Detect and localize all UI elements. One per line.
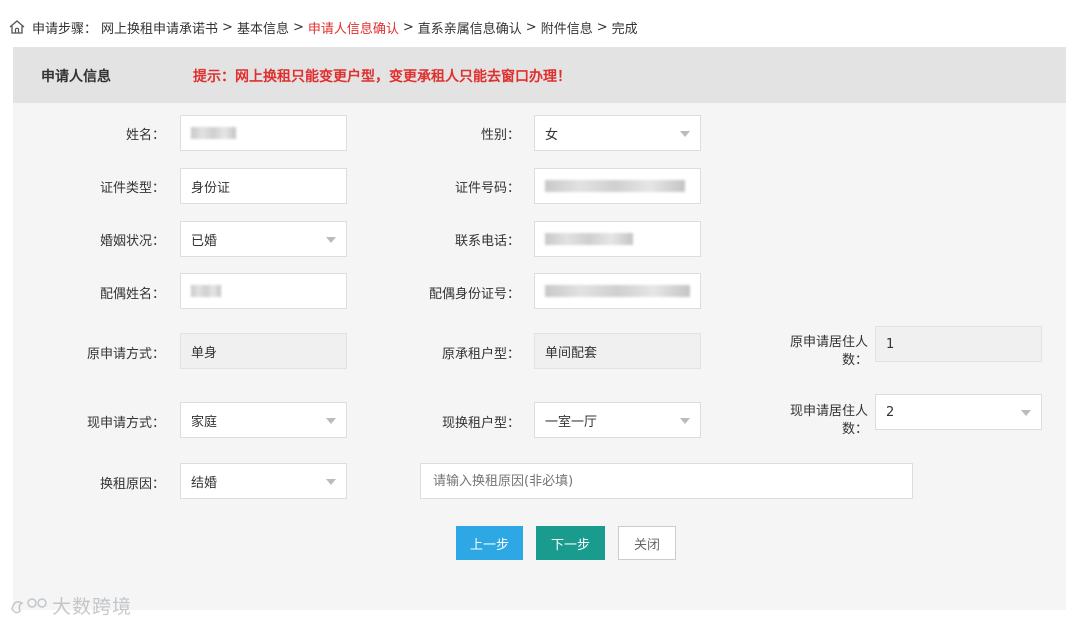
id-number-label: 证件号码： xyxy=(454,181,520,196)
redacted-value xyxy=(545,285,690,297)
orig-type-value: 单间配套 xyxy=(545,345,598,361)
id-number-field[interactable] xyxy=(534,168,701,204)
chevron-down-icon xyxy=(680,418,690,424)
cur-count-select[interactable]: 2 xyxy=(875,394,1042,430)
orig-count-label: 原申请居住人 数： xyxy=(760,334,868,370)
watermark: 大数跨境 xyxy=(8,592,132,619)
cur-type-select[interactable]: 一室一厅 xyxy=(534,402,701,438)
cur-type-value: 一室一厅 xyxy=(545,414,598,430)
chevron-down-icon xyxy=(1021,410,1031,416)
prev-step-button[interactable]: 上一步 xyxy=(456,526,523,560)
breadcrumb: 申请步骤： 网上换租申请承诺书 > 基本信息 > 申请人信息确认 > 直系亲属信息确认… xyxy=(8,13,642,41)
next-step-button[interactable]: 下一步 xyxy=(536,526,605,560)
breadcrumb-separator: > xyxy=(222,19,233,35)
marital-value: 已婚 xyxy=(191,233,218,249)
id-type-field[interactable]: 身份证 xyxy=(180,168,347,204)
home-icon[interactable] xyxy=(8,19,26,35)
reason-text-input[interactable] xyxy=(420,463,913,499)
name-field[interactable] xyxy=(180,115,347,151)
watermark-text: 大数跨境 xyxy=(52,596,133,618)
breadcrumb-separator: > xyxy=(596,19,608,35)
chevron-down-icon xyxy=(326,418,336,424)
redacted-value xyxy=(545,180,685,192)
breadcrumb-step-done: 完成 xyxy=(611,21,638,37)
breadcrumb-step-relatives: 直系亲属信息确认 xyxy=(417,21,522,37)
orig-type-field: 单间配套 xyxy=(534,333,701,369)
gender-label: 性别： xyxy=(480,128,520,143)
section-title: 申请人信息 xyxy=(41,69,111,85)
cur-count-label: 现申请居住人 数： xyxy=(760,403,868,439)
reason-value: 结婚 xyxy=(191,475,218,491)
spouse-id-field[interactable] xyxy=(534,273,701,309)
close-button[interactable]: 关闭 xyxy=(618,526,676,560)
breadcrumb-prefix: 申请步骤： xyxy=(32,21,98,37)
redacted-value xyxy=(191,285,221,297)
breadcrumb-step-attachments: 附件信息 xyxy=(540,21,593,37)
breadcrumb-separator: > xyxy=(402,19,414,35)
chevron-down-icon xyxy=(326,479,336,485)
orig-apply-field: 单身 xyxy=(180,333,347,369)
breadcrumb-step-applicant: 申请人信息确认 xyxy=(307,21,399,37)
breadcrumb-separator: > xyxy=(525,19,537,35)
orig-type-label: 原承租户型： xyxy=(441,347,520,362)
orig-apply-label: 原申请方式： xyxy=(86,347,165,362)
reason-label: 换租原因： xyxy=(99,477,165,492)
orig-count-label-line2: 数： xyxy=(841,353,868,368)
spouse-name-field[interactable] xyxy=(180,273,347,309)
spouse-name-label: 配偶姓名： xyxy=(99,287,165,302)
breadcrumb-separator: > xyxy=(292,19,304,35)
reason-select[interactable]: 结婚 xyxy=(180,463,347,499)
breadcrumb-step-basic: 基本信息 xyxy=(236,21,289,37)
warning-tip: 提示：网上换租只能变更户型，变更承租人只能去窗口办理！ xyxy=(193,69,571,85)
breadcrumb-step-promise: 网上换租申请承诺书 xyxy=(101,21,219,37)
phone-field[interactable] xyxy=(534,221,701,257)
gender-value: 女 xyxy=(545,127,559,143)
cur-apply-label: 现申请方式： xyxy=(86,416,165,431)
spouse-id-label: 配偶身份证号： xyxy=(428,287,520,302)
cur-apply-select[interactable]: 家庭 xyxy=(180,402,347,438)
redacted-value xyxy=(191,127,236,139)
redacted-value xyxy=(545,233,633,245)
cur-count-label-line1: 现申请居住人 xyxy=(789,404,868,419)
orig-apply-value: 单身 xyxy=(191,345,218,361)
cur-type-label: 现换租户型： xyxy=(441,416,520,431)
gender-select[interactable]: 女 xyxy=(534,115,701,151)
chevron-down-icon xyxy=(680,131,690,137)
chevron-down-icon xyxy=(326,237,336,243)
phone-label: 联系电话： xyxy=(454,234,520,249)
watermark-logo-icon xyxy=(11,597,47,613)
id-type-value: 身份证 xyxy=(191,180,231,196)
marital-select[interactable]: 已婚 xyxy=(180,221,347,257)
id-type-label: 证件类型： xyxy=(99,181,165,196)
name-label: 姓名： xyxy=(125,128,165,143)
reason-text-input-box[interactable] xyxy=(431,472,912,490)
orig-count-value: 1 xyxy=(886,336,895,352)
orig-count-label-line1: 原申请居住人 xyxy=(789,335,868,350)
marital-label: 婚姻状况： xyxy=(99,234,165,249)
orig-count-field: 1 xyxy=(875,326,1042,362)
cur-apply-value: 家庭 xyxy=(191,414,218,430)
cur-count-value: 2 xyxy=(886,404,895,420)
cur-count-label-line2: 数： xyxy=(841,422,868,437)
